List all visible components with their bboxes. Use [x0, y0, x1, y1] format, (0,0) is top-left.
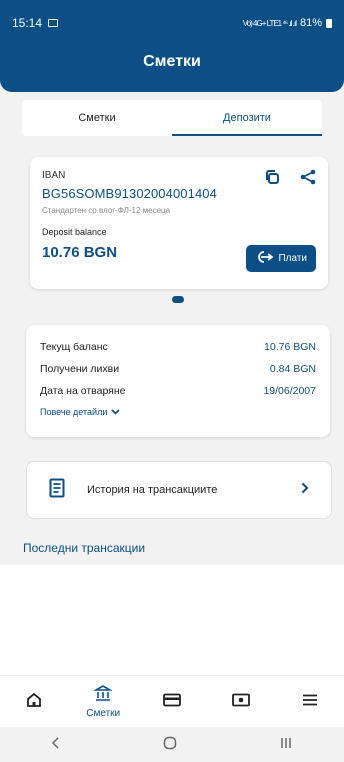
detail-value: 0.84 BGN [269, 363, 316, 375]
nav-accounts[interactable]: Сметки [69, 676, 138, 727]
app-header: 15:14 Vo) 4G+ LTE1 ⁴⁶ .ıl .ıl 81% Сметки [0, 0, 344, 92]
tab-deposits[interactable]: Депозити [172, 100, 322, 136]
card-icon [163, 693, 181, 710]
detail-value: 19/06/2007 [263, 385, 316, 397]
receipt-icon [49, 478, 65, 503]
gallery-icon [48, 19, 59, 27]
nav-menu[interactable] [275, 676, 344, 727]
product-name: Стандартен ср.влог-ФЛ-12 месеца [42, 206, 171, 215]
home-circle-icon[interactable] [163, 736, 177, 754]
clock: 15:14 [12, 16, 43, 30]
battery-percent: 81% [299, 17, 322, 29]
more-details-label: Повече детайли [40, 407, 108, 417]
home-icon [26, 692, 42, 711]
chevron-down-icon [111, 407, 120, 417]
bottom-nav: Сметки [0, 675, 344, 727]
recents-icon[interactable] [279, 736, 293, 754]
status-bar: 15:14 Vo) 4G+ LTE1 ⁴⁶ .ıl .ıl 81% [12, 14, 332, 32]
share-icon[interactable] [300, 169, 316, 190]
page-title: Сметки [143, 53, 201, 70]
carousel-indicator [172, 296, 184, 303]
nav-home[interactable] [0, 676, 69, 727]
chevron-right-icon [301, 481, 309, 499]
pay-label: Плати [278, 253, 307, 264]
bank-icon [93, 684, 114, 705]
pay-button[interactable]: Плати [246, 245, 316, 272]
system-nav-bar [0, 727, 344, 762]
detail-row: Дата на отваряне 19/06/2007 [40, 380, 316, 402]
tab-accounts[interactable]: Сметки [22, 100, 172, 136]
detail-label: Дата на отваряне [40, 385, 126, 397]
battery-icon [326, 18, 332, 28]
history-label: История на трансакциите [87, 484, 218, 496]
pay-icon [255, 250, 274, 267]
detail-label: Получени лихви [40, 363, 120, 375]
transactions-list [0, 565, 344, 675]
balance-label: Deposit balance [42, 227, 107, 237]
signal-icon: Vo) 4G+ LTE1 ⁴⁶ .ıl .ıl [242, 18, 297, 28]
cash-icon [231, 693, 250, 710]
nav-payments[interactable] [206, 676, 275, 727]
account-card[interactable]: IBAN BG56SOMB91302004001404 Стандартен с… [30, 157, 328, 289]
copy-icon[interactable] [264, 169, 280, 190]
details-card: Текущ баланс 10.76 BGN Получени лихви 0.… [26, 325, 330, 437]
transaction-history-button[interactable]: История на трансакциите [26, 461, 332, 519]
detail-value: 10.76 BGN [264, 341, 316, 353]
detail-row: Текущ баланс 10.76 BGN [40, 336, 316, 358]
back-icon[interactable] [51, 736, 61, 754]
detail-row: Получени лихви 0.84 BGN [40, 358, 316, 380]
nav-cards[interactable] [138, 676, 207, 727]
tab-bar: Сметки Депозити [22, 100, 322, 136]
more-details-link[interactable]: Повече детайли [40, 407, 316, 417]
menu-icon [302, 694, 318, 709]
detail-label: Текущ баланс [40, 341, 108, 353]
nav-accounts-label: Сметки [86, 708, 121, 719]
recent-transactions-title: Последни трансакции [23, 541, 146, 555]
